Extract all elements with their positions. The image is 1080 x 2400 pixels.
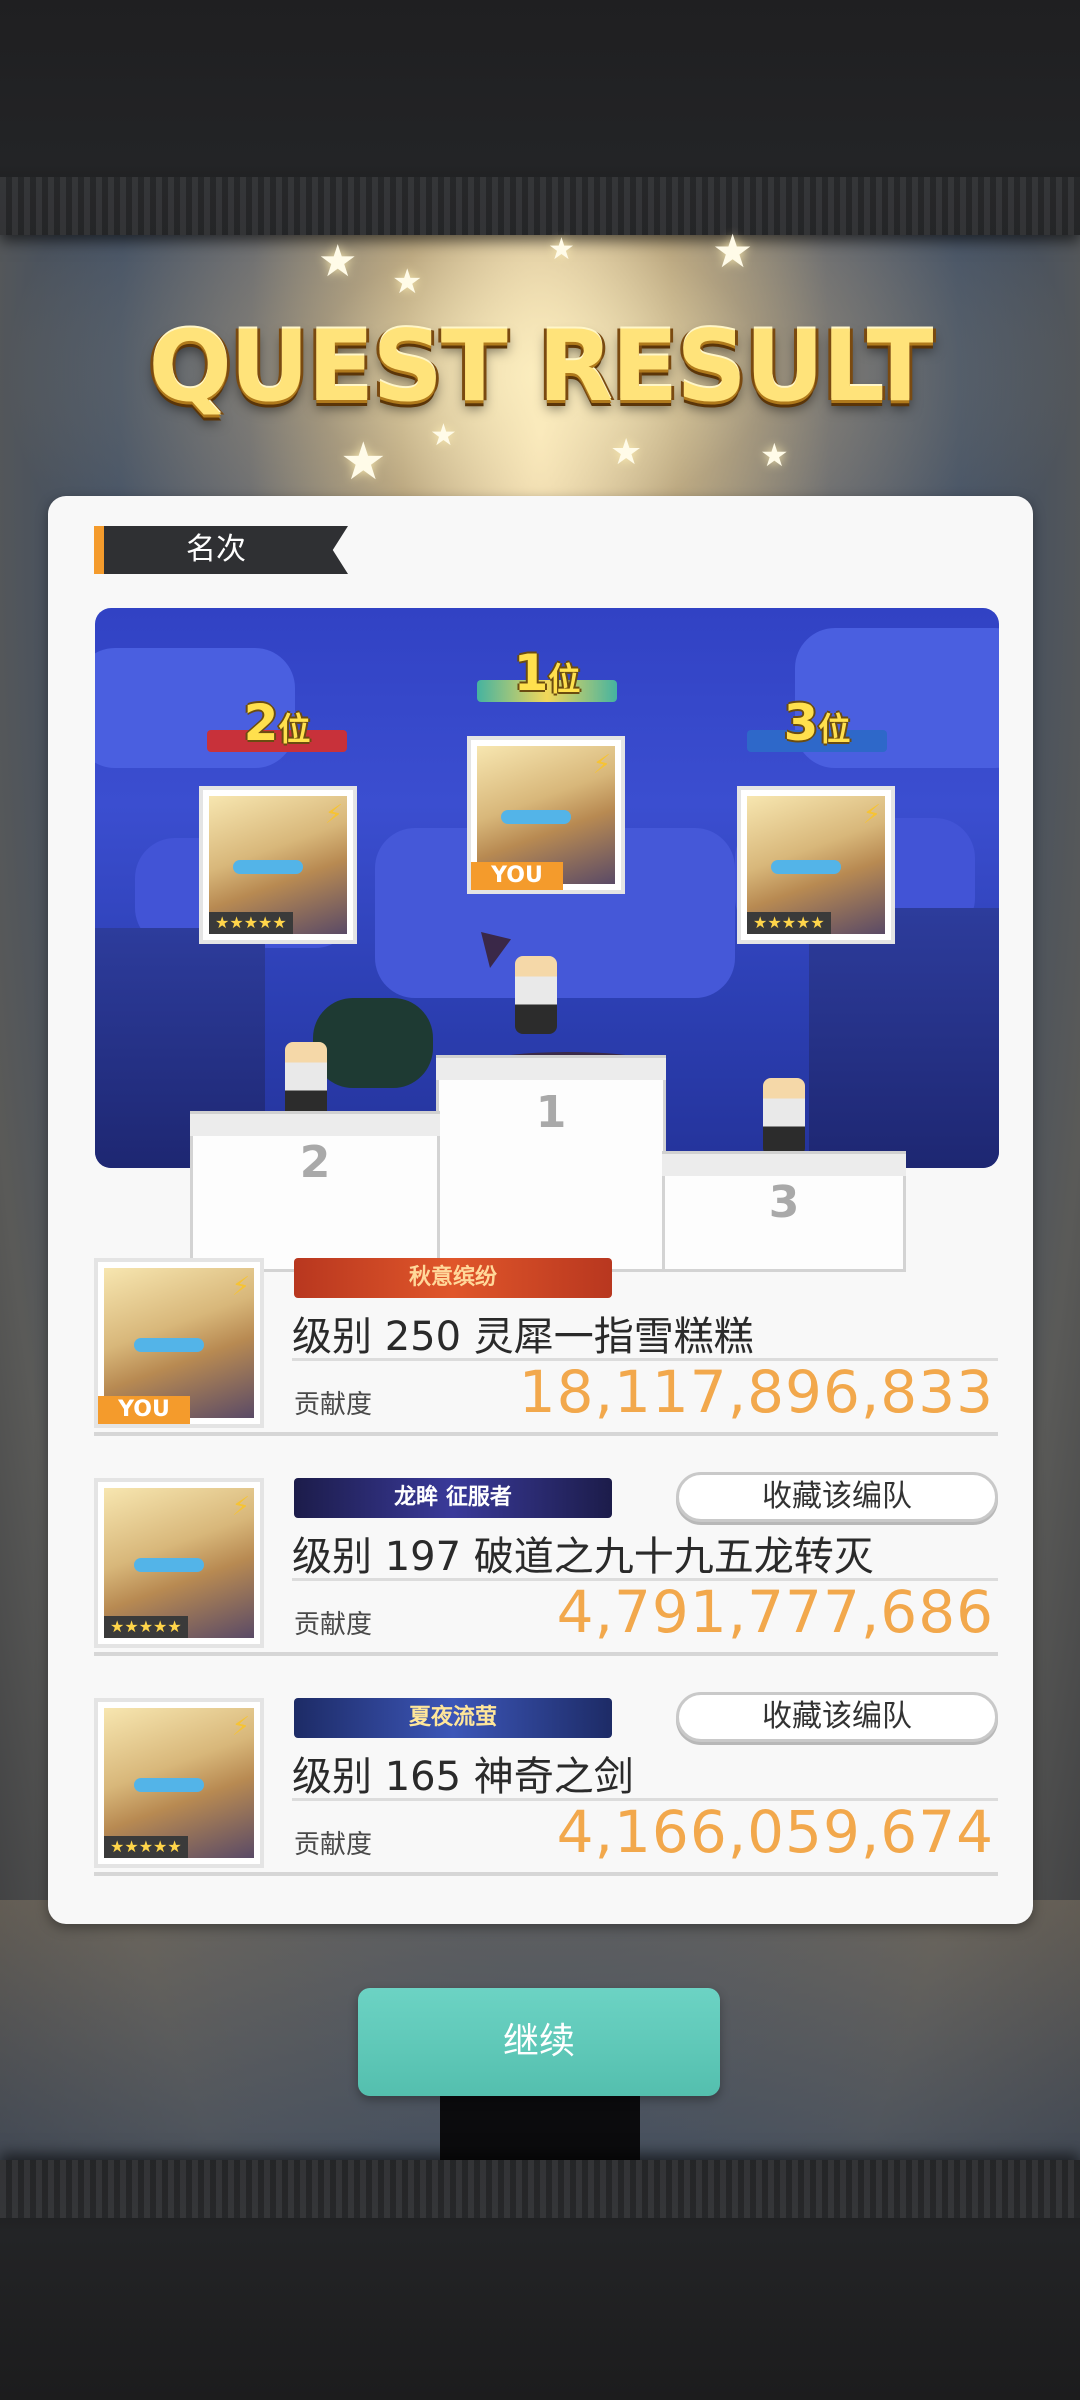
rarity-stars: ★★★★★ (104, 1616, 188, 1638)
rank-3-number: 3 (783, 694, 819, 752)
continue-button[interactable]: 继续 (358, 1988, 720, 2096)
result-card: 名次 2位 ⚡ ★★★★★ 1位 ⚡ YOU 3位 ⚡ ★★★★★ 1 2 3 … (48, 496, 1033, 1924)
rank-section-tab: 名次 (94, 526, 348, 574)
rank-1-ribbon: 1位 (477, 644, 617, 702)
star-icon: ★ (712, 224, 754, 278)
rank-3-portrait: ⚡ ★★★★★ (737, 786, 895, 944)
star-icon: ★ (760, 436, 789, 474)
rank-3-ribbon: 3位 (747, 694, 887, 752)
podium-2: 2 (190, 1111, 440, 1272)
lightning-icon: ⚡ (592, 750, 611, 780)
rank-2-number: 2 (243, 694, 279, 752)
character-sprite-3 (763, 1078, 805, 1156)
lightning-icon: ⚡ (862, 800, 881, 830)
bottom-bar (0, 2160, 1080, 2400)
star-icon: ★ (548, 232, 575, 267)
contribution-value: 18,117,896,833 (518, 1358, 994, 1426)
player-name: 级别 165 神奇之剑 (292, 1754, 634, 1800)
player-avatar: ⚡ YOU (94, 1258, 264, 1428)
title-badge: 龙眸 征服者 (294, 1478, 612, 1518)
favorite-team-button[interactable]: 收藏该编队 (676, 1692, 998, 1742)
ranking-row-1: ⚡ YOU 秋意缤纷 级别 250 灵犀一指雪糕糕 贡献度 18,117,896… (94, 1252, 998, 1436)
title-badge: 夏夜流萤 (294, 1698, 612, 1738)
lightning-icon: ⚡ (231, 1272, 250, 1302)
background-doorway (440, 2090, 640, 2160)
rank-2-ribbon: 2位 (207, 694, 347, 752)
player-avatar: ⚡ ★★★★★ (94, 1698, 264, 1868)
rarity-stars: ★★★★★ (104, 1836, 188, 1858)
star-icon: ★ (340, 432, 387, 492)
rarity-stars: ★★★★★ (209, 912, 293, 934)
tree (313, 998, 433, 1088)
top-bar (0, 0, 1080, 235)
star-icon: ★ (318, 236, 358, 287)
player-avatar: ⚡ ★★★★★ (94, 1478, 264, 1648)
rank-1-number: 1 (513, 644, 549, 702)
star-icon: ★ (610, 432, 643, 473)
star-icon: ★ (392, 262, 423, 302)
lightning-icon: ⚡ (231, 1492, 250, 1522)
rank-section-label: 名次 (186, 532, 246, 567)
lightning-icon: ⚡ (324, 800, 343, 830)
rank-1-portrait: ⚡ YOU (467, 736, 625, 894)
character-sprite-1 (515, 956, 557, 1034)
player-name: 级别 250 灵犀一指雪糕糕 (292, 1314, 754, 1360)
podium-1: 1 (436, 1055, 666, 1272)
contribution-value: 4,166,059,674 (556, 1798, 994, 1866)
title-badge: 秋意缤纷 (294, 1258, 612, 1298)
contribution-label: 贡献度 (294, 1390, 373, 1420)
tower-right (809, 908, 999, 1168)
podium-1-label: 1 (535, 1087, 567, 1138)
lightning-icon: ⚡ (231, 1712, 250, 1742)
character-sprite-2 (285, 1042, 327, 1120)
contribution-label: 贡献度 (294, 1610, 373, 1640)
rank-1-suffix: 位 (548, 660, 581, 698)
favorite-team-button[interactable]: 收藏该编队 (676, 1472, 998, 1522)
podium-2-label: 2 (299, 1137, 331, 1188)
rank-2-suffix: 位 (278, 710, 311, 748)
rank-3-suffix: 位 (818, 710, 851, 748)
podium-3-label: 3 (768, 1177, 800, 1228)
page-title: QUEST RESULT (148, 310, 933, 424)
player-name: 级别 197 破道之九十九五龙转灭 (292, 1534, 874, 1580)
you-badge: YOU (471, 862, 563, 890)
contribution-label: 贡献度 (294, 1830, 373, 1860)
contribution-value: 4,791,777,686 (556, 1578, 994, 1646)
ranking-row-2: ⚡ ★★★★★ 龙眸 征服者 收藏该编队 级别 197 破道之九十九五龙转灭 贡… (94, 1472, 998, 1656)
you-badge: YOU (98, 1396, 190, 1424)
rarity-stars: ★★★★★ (747, 912, 831, 934)
rank-2-portrait: ⚡ ★★★★★ (199, 786, 357, 944)
ranking-row-3: ⚡ ★★★★★ 夏夜流萤 收藏该编队 级别 165 神奇之剑 贡献度 4,166… (94, 1692, 998, 1876)
